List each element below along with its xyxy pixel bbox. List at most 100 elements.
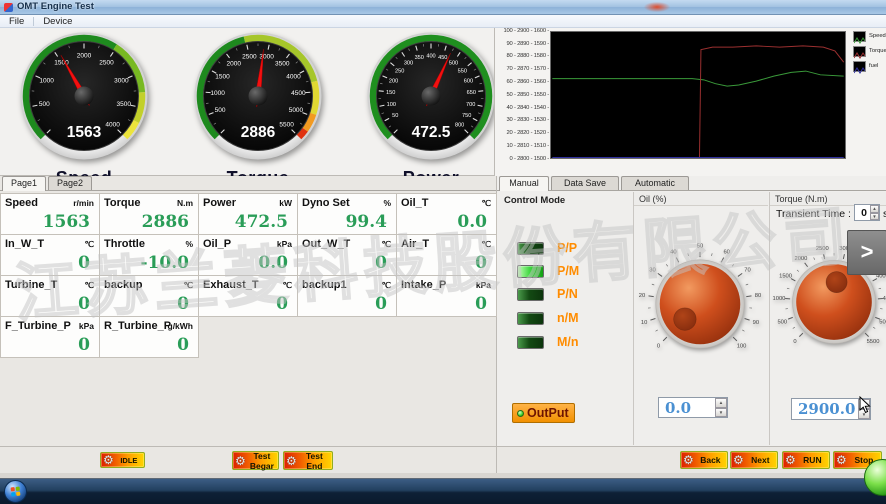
cell-label: Exhaust_T [203, 279, 259, 291]
cell-label: Turbine_T [5, 279, 57, 291]
tab-automatic[interactable]: Automatic [621, 176, 689, 190]
svg-text:2000: 2000 [794, 256, 807, 262]
cell-unit: r/min [73, 198, 94, 208]
svg-text:750: 750 [462, 113, 471, 119]
table-cell-torque: TorqueN.m2886 [99, 193, 199, 235]
svg-text:800: 800 [455, 123, 464, 129]
test-end-button[interactable]: ⚙ Test End [283, 451, 333, 470]
cell-label: Oil_T [401, 197, 429, 209]
svg-text:40: 40 [670, 250, 676, 256]
mode-led-p-n[interactable] [517, 288, 544, 301]
tab-page1[interactable]: Page1 [2, 176, 46, 191]
power-gauge: 5010015020025030035040045050055060065070… [364, 29, 498, 189]
trend-chart-panel: 100 - 2900 - 1600 -90 - 2890 - 1590 -80 … [494, 28, 886, 176]
transient-time-input[interactable]: 0 ▲ ▼ [854, 204, 880, 221]
speed-gauge: 50010001500200025003000350040001563 Spee… [17, 29, 151, 189]
menu-item-file[interactable]: File [0, 15, 33, 28]
output-button[interactable]: OutPut [512, 403, 575, 423]
mouse-cursor [859, 396, 871, 414]
mode-led-m-n[interactable] [517, 336, 544, 349]
svg-text:1563: 1563 [67, 124, 102, 141]
cell-label: Torque [104, 197, 140, 209]
cell-value: 2886 [142, 212, 189, 232]
svg-text:50: 50 [697, 243, 703, 249]
svg-text:1000: 1000 [39, 78, 54, 85]
cell-value: 0 [276, 294, 288, 314]
svg-text:4000: 4000 [286, 74, 301, 81]
cell-label: backup [104, 279, 143, 291]
tab-data-save[interactable]: Data Save [551, 176, 619, 190]
mode-led-p-p[interactable] [517, 242, 544, 255]
taskbar: e ▭●▴●◄▮▮ 17:27 周三 2023/6/28 [0, 478, 886, 504]
svg-text:200: 200 [389, 79, 398, 85]
svg-text:2886: 2886 [241, 124, 276, 141]
oil-spinner-up-icon[interactable]: ▲ [715, 398, 727, 408]
table-cell-backup1: backup1℃0 [297, 275, 397, 317]
mode-label-p-n: P/N [557, 287, 578, 301]
test-begin-button[interactable]: ⚙ Test Begar [232, 451, 279, 470]
menu-item-device[interactable]: Device [34, 15, 81, 28]
svg-text:1000: 1000 [210, 90, 225, 97]
cell-value: 0 [177, 335, 189, 355]
cell-label: Oil_P [203, 238, 231, 250]
cell-label: Dyno Set [302, 197, 350, 209]
svg-text:500: 500 [215, 107, 226, 114]
svg-text:10: 10 [641, 320, 647, 326]
svg-text:5000: 5000 [879, 319, 886, 325]
table-cell-dyno set: Dyno Set%99.4 [297, 193, 397, 235]
cell-value: 0 [475, 253, 487, 273]
tab-manual[interactable]: Manual [499, 176, 549, 191]
oil-value-input[interactable]: 0.0 ▲ ▼ [658, 397, 728, 418]
cell-value: 0 [475, 294, 487, 314]
cell-value: 1563 [43, 212, 90, 232]
svg-text:600: 600 [464, 79, 473, 85]
cell-label: F_Turbine_P [5, 320, 71, 332]
idle-button[interactable]: ⚙ IDLE [100, 452, 145, 468]
table-cell-intake_p: Intake_P kPa 0 [396, 275, 497, 317]
start-button[interactable] [4, 480, 27, 503]
table-cell-out_w_t: Out_W_T℃0 [297, 234, 397, 276]
svg-text:400: 400 [426, 54, 435, 60]
gear-icon: ⚙ [733, 453, 744, 467]
cell-unit: % [185, 239, 193, 249]
run-button[interactable]: ⚙ RUN [782, 451, 830, 469]
svg-text:4000: 4000 [105, 122, 120, 129]
svg-text:3500: 3500 [116, 101, 131, 108]
cell-label: Out_W_T [302, 238, 350, 250]
tab-page2[interactable]: Page2 [48, 176, 92, 190]
data-table-panel: Page1Page2 Speedr/min1563TorqueN.m2886Po… [0, 176, 497, 446]
cell-unit: ℃ [84, 239, 94, 250]
next-button[interactable]: ⚙ Next [730, 451, 778, 469]
table-cell-oil_t: Oil_T℃0.0 [396, 193, 497, 235]
svg-text:1000: 1000 [773, 296, 786, 302]
oil-spinner-down-icon[interactable]: ▼ [715, 408, 727, 418]
back-button[interactable]: ⚙ Back [680, 451, 728, 469]
cell-unit: kPa [476, 280, 491, 290]
transient-spinner-up-icon[interactable]: ▲ [870, 205, 879, 213]
mode-led-p-m[interactable] [517, 265, 544, 278]
mode-label-p-m: P/M [557, 264, 579, 278]
window-close-button[interactable] [644, 2, 670, 12]
cell-unit: ℃ [381, 239, 391, 250]
windows-flag-icon [11, 487, 21, 497]
expand-chevron-button[interactable]: > [847, 230, 886, 275]
gear-icon: ⚙ [235, 454, 246, 468]
svg-text:300: 300 [404, 60, 413, 66]
cell-label: Air_T [401, 238, 429, 250]
svg-text:0: 0 [657, 344, 660, 350]
oil-knob[interactable]: 0102030405060708090100 [634, 238, 766, 370]
trend-chart-plot [550, 31, 846, 159]
torque-gauge: 5001000150020002500300035004000450050005… [191, 29, 325, 189]
torque-knob-panel: Torque (N.m) Transient Time : 0 ▲ ▼ s 05… [769, 192, 886, 445]
svg-text:1500: 1500 [779, 274, 792, 280]
cell-unit: kW [279, 198, 292, 208]
gear-icon: ⚙ [836, 453, 847, 467]
svg-text:2500: 2500 [99, 59, 114, 66]
cell-unit: ℃ [481, 239, 491, 250]
cell-unit: kPa [277, 239, 292, 249]
mode-label-n-m: n/M [557, 311, 579, 325]
transient-spinner-down-icon[interactable]: ▼ [870, 213, 879, 221]
table-cell-throttle: Throttle%-10.0 [99, 234, 199, 276]
mode-led-n-m[interactable] [517, 312, 544, 325]
cell-label: Intake_P [401, 279, 446, 291]
